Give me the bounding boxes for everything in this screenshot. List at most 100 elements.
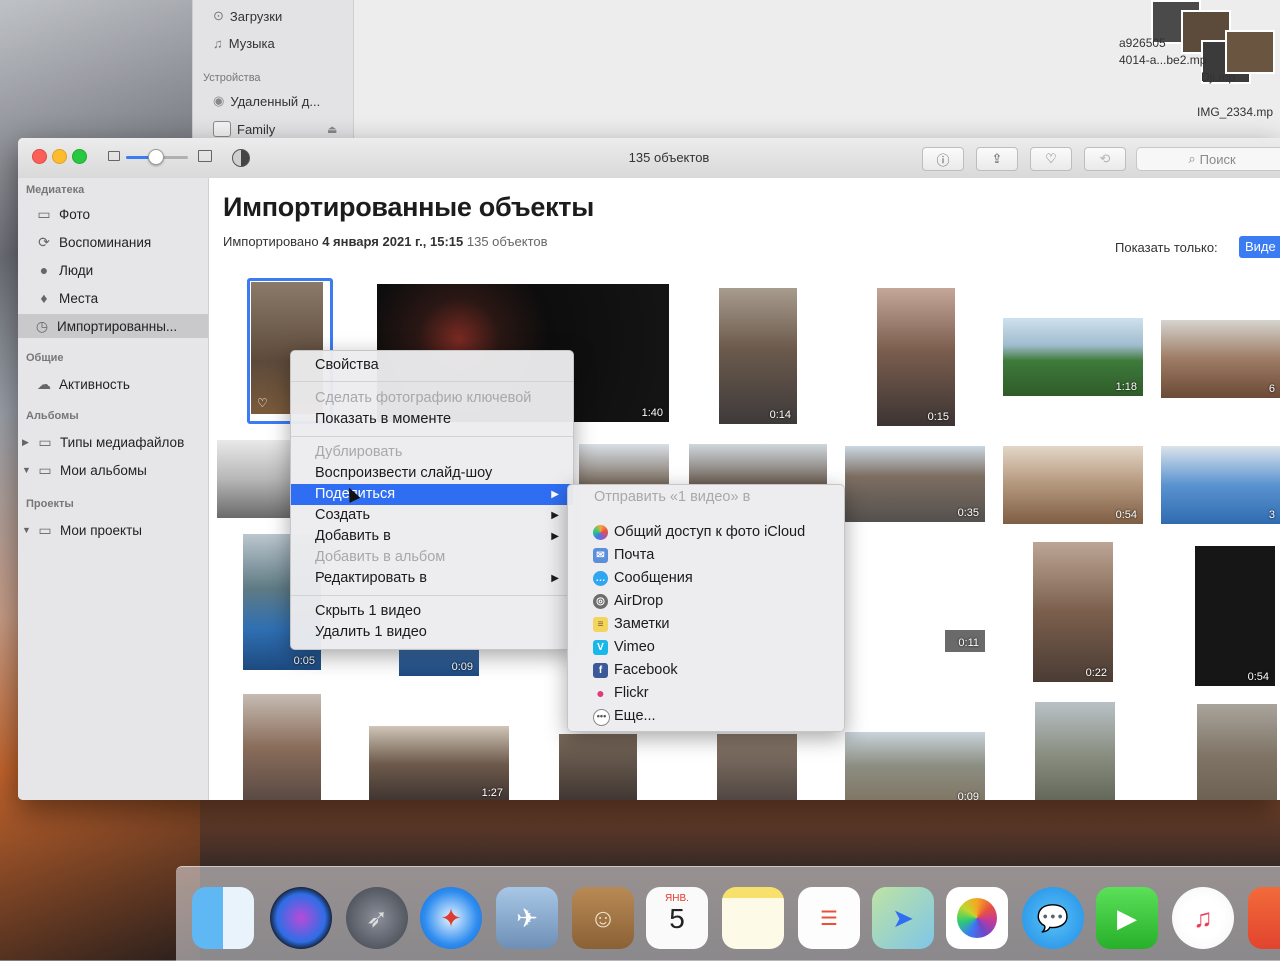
disclosure-right-icon[interactable]: ▶	[22, 437, 30, 448]
memories-icon: ⟳	[38, 233, 50, 250]
sidebar-item-my-projects[interactable]: ▼ ▭ Мои проекты	[18, 518, 202, 542]
eject-icon[interactable]: ⏏	[327, 123, 337, 136]
video-thumbnail[interactable]: 0:54	[1003, 446, 1143, 524]
video-thumbnail[interactable]: 3	[1161, 446, 1280, 524]
finder-sidebar: ⊙ Загрузки ♫ Музыка Устройства ◉ Удаленн…	[193, 0, 354, 150]
video-thumbnail[interactable]: 0:14	[719, 288, 797, 424]
menu-item-share[interactable]: Поделиться ▶	[291, 484, 573, 505]
disclosure-down-icon[interactable]: ▼	[22, 525, 31, 535]
menu-item-properties[interactable]: Свойства	[291, 355, 573, 376]
info-button[interactable]: ⓘ	[922, 147, 964, 171]
contacts-app-icon[interactable]: ☺	[572, 887, 634, 949]
menu-item-delete-video[interactable]: Удалить 1 видео	[291, 622, 573, 643]
finder-app-icon[interactable]	[192, 887, 254, 949]
disc-icon: ◉	[213, 93, 225, 108]
folder-icon: ▭	[38, 521, 52, 538]
calendar-day: 5	[669, 903, 685, 934]
favorite-button[interactable]: ♡	[1030, 147, 1072, 171]
menu-item-hide-video[interactable]: Скрыть 1 видео	[291, 601, 573, 622]
photo-thumbnail[interactable]	[717, 734, 797, 800]
mail-app-icon[interactable]: ✈	[496, 887, 558, 949]
siri-app-icon[interactable]	[270, 887, 332, 949]
sidebar-item-imports[interactable]: ◷ Импортированны...	[18, 314, 208, 338]
music-app-icon[interactable]: ♫	[1172, 887, 1234, 949]
video-thumbnail[interactable]: 1:18	[1003, 318, 1143, 396]
rocket-icon: ➶	[366, 902, 388, 933]
finder-window: ⊙ Загрузки ♫ Музыка Устройства ◉ Удаленн…	[192, 0, 1280, 150]
menu-item-show-in-moment[interactable]: Показать в моменте	[291, 409, 573, 430]
photos-app-icon[interactable]	[946, 887, 1008, 949]
share-item-more[interactable]: ••• Еще...	[568, 705, 844, 727]
finder-item-downloads[interactable]: ⊙ Загрузки	[213, 8, 282, 24]
sidebar-item-memories[interactable]: ⟳ Воспоминания	[32, 230, 202, 254]
photo-thumbnail[interactable]	[217, 440, 291, 518]
submenu-arrow-icon: ▶	[551, 573, 559, 584]
books-app-icon[interactable]	[1248, 887, 1280, 949]
video-thumbnail[interactable]: 0:15	[877, 288, 955, 426]
video-thumbnail[interactable]: 0:35	[845, 446, 985, 522]
search-field[interactable]: ⌕ Поиск	[1136, 147, 1280, 171]
sidebar-item-media-types[interactable]: ▶ ▭ Типы медиафайлов	[18, 430, 202, 454]
file-name[interactable]: Dji.mp	[1201, 70, 1235, 84]
photo-thumbnail[interactable]	[1197, 704, 1277, 800]
sidebar-item-my-albums[interactable]: ▼ ▭ Мои альбомы	[18, 458, 202, 482]
facetime-app-icon[interactable]: ▶	[1096, 887, 1158, 949]
share-button[interactable]: ⇪	[976, 147, 1018, 171]
finder-item-music[interactable]: ♫ Музыка	[213, 36, 275, 51]
maps-app-icon[interactable]: ➤	[872, 887, 934, 949]
video-thumbnail[interactable]: 0:09	[845, 732, 985, 800]
share-item-flickr[interactable]: ● Flickr	[568, 682, 844, 704]
launchpad-app-icon[interactable]: ➶	[346, 887, 408, 949]
disclosure-down-icon[interactable]: ▼	[22, 465, 31, 475]
eagle-stamp-icon: ✈	[516, 902, 538, 933]
share-icon: ⇪	[991, 151, 1003, 166]
video-thumbnail[interactable]: 0:22	[1033, 542, 1113, 682]
menu-item-create[interactable]: Создать ▶	[291, 505, 573, 526]
share-item-vimeo[interactable]: V Vimeo	[568, 636, 844, 658]
finder-item-family[interactable]: Family ⏏	[213, 121, 337, 137]
sidebar-item-places[interactable]: ♦ Места	[32, 286, 202, 310]
share-item-mail[interactable]: ✉ Почта	[568, 544, 844, 566]
safari-app-icon[interactable]: ✦	[420, 887, 482, 949]
rotate-icon: ⟲	[1099, 151, 1111, 166]
reminders-app-icon[interactable]: ☰	[798, 887, 860, 949]
messages-app-icon[interactable]: 💬	[1022, 887, 1084, 949]
video-thumbnail[interactable]: 0:11	[945, 630, 985, 652]
icloud-photos-icon	[593, 525, 608, 540]
sidebar-item-people[interactable]: ● Люди	[32, 258, 202, 282]
show-only-filter[interactable]: Виде	[1239, 236, 1280, 258]
photo-thumbnail[interactable]	[579, 444, 669, 484]
file-name[interactable]: IMG_2334.mp	[1197, 105, 1273, 119]
photo-thumbnail[interactable]	[559, 734, 637, 800]
menu-item-add-to[interactable]: Добавить в ▶	[291, 526, 573, 547]
video-thumbnail[interactable]: 0:54	[1195, 546, 1275, 686]
finder-item-remote-disc[interactable]: ◉ Удаленный д...	[213, 93, 320, 109]
file-name[interactable]: 4014-a...be2.mp	[1119, 53, 1206, 67]
sidebar-item-activity[interactable]: ☁ Активность	[32, 372, 202, 396]
share-item-facebook[interactable]: f Facebook	[568, 659, 844, 681]
sidebar-item-photos[interactable]: ▭ Фото	[32, 202, 202, 226]
list-icon: ☰	[820, 907, 838, 930]
submenu-arrow-icon: ▶	[551, 510, 559, 521]
file-name[interactable]: a926505	[1119, 36, 1166, 50]
submenu-arrow-icon: ▶	[551, 489, 559, 500]
menu-item-edit-in[interactable]: Редактировать в ▶	[291, 568, 573, 589]
share-item-airdrop[interactable]: ◎ AirDrop	[568, 590, 844, 612]
photo-thumbnail[interactable]	[243, 694, 321, 800]
photo-thumbnail[interactable]	[1035, 702, 1115, 800]
calendar-app-icon[interactable]: ЯНВ. 5	[646, 887, 708, 949]
file-thumbnail[interactable]	[1225, 30, 1275, 74]
share-item-icloud-photos[interactable]: Общий доступ к фото iCloud	[568, 521, 844, 543]
rotate-button[interactable]: ⟲	[1084, 147, 1126, 171]
menu-item-duplicate: Дублировать	[315, 444, 403, 460]
notes-app-icon[interactable]	[722, 887, 784, 949]
video-thumbnail[interactable]: 6	[1161, 320, 1280, 398]
favorite-heart-icon[interactable]: ♡	[257, 396, 268, 410]
share-item-messages[interactable]: … Сообщения	[568, 567, 844, 589]
photo-thumbnail[interactable]	[689, 444, 827, 484]
menu-item-play-slideshow[interactable]: Воспроизвести слайд-шоу	[291, 463, 573, 484]
share-item-notes[interactable]: ≡ Заметки	[568, 613, 844, 635]
context-menu: Свойства Сделать фотографию ключевой Пок…	[290, 350, 574, 650]
video-thumbnail[interactable]: 0:09	[399, 648, 479, 676]
video-thumbnail[interactable]: 1:27	[369, 726, 509, 800]
